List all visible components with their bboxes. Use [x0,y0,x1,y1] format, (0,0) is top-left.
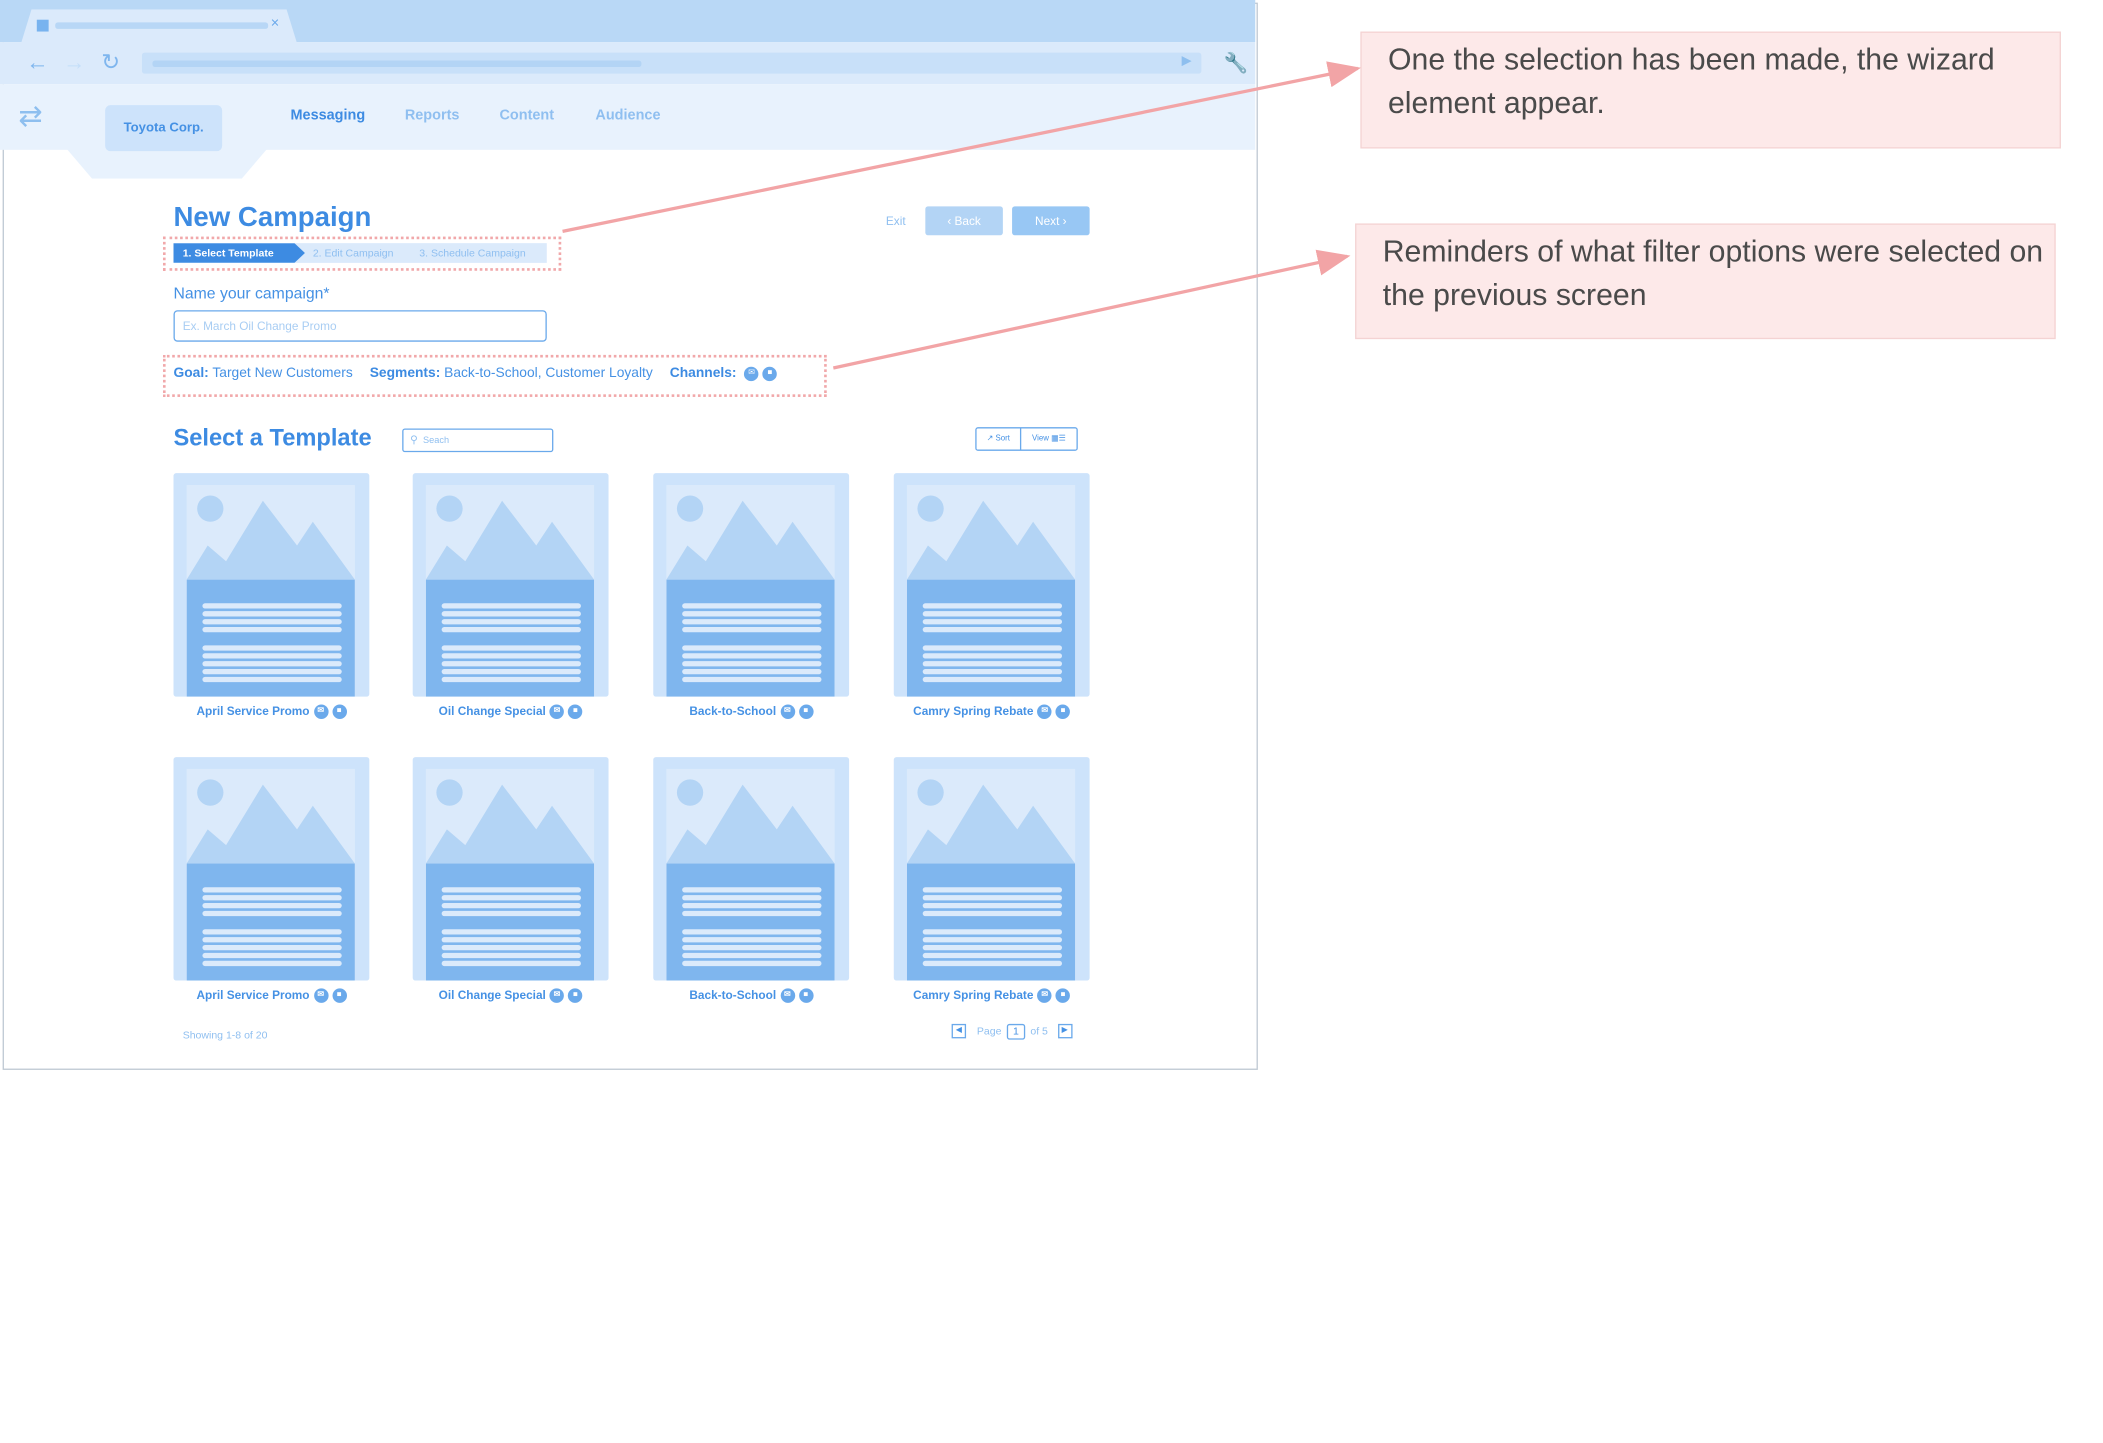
arrow-to-wizard [562,61,1361,233]
arrow-to-filters [832,249,1351,370]
annotation-arrows [562,61,1361,370]
